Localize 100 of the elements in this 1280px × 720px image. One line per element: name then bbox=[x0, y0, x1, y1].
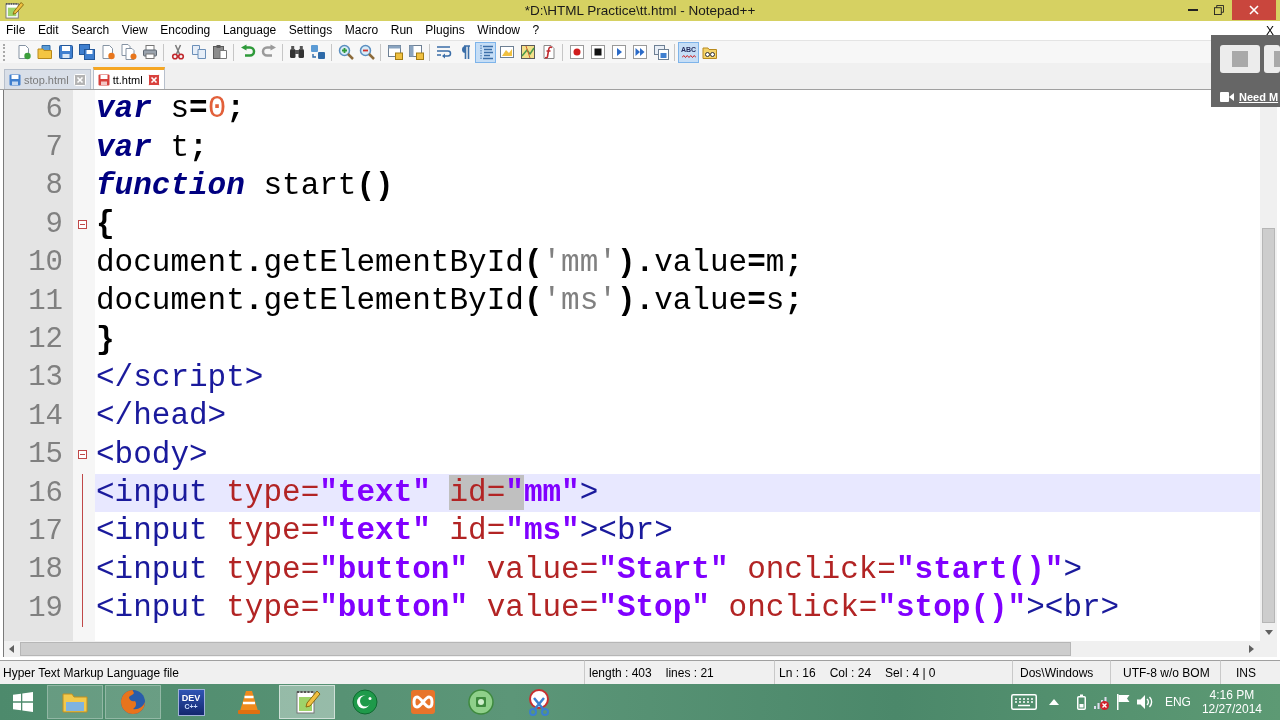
code-line: <input type="text" id="mm"> bbox=[95, 476, 599, 511]
indent-guide-button[interactable] bbox=[475, 41, 496, 63]
menu-item[interactable]: ? bbox=[526, 21, 546, 40]
code-line: <input type="text" id="ms"><br> bbox=[95, 514, 673, 549]
zoom-in-icon bbox=[337, 44, 354, 60]
status-text: Col : 24 bbox=[829, 665, 872, 680]
code-line: document.getElementById('ms').value=s; bbox=[95, 284, 803, 319]
code-line: <input type="button" value="Stop" onclick="stop()"><br> bbox=[95, 591, 1120, 626]
speaker-icon[interactable] bbox=[1136, 694, 1153, 710]
menu-item[interactable]: Run bbox=[384, 21, 420, 40]
save-all-button[interactable] bbox=[76, 41, 97, 63]
line-number: 12 bbox=[28, 323, 63, 357]
file-tab[interactable]: tt.html bbox=[92, 67, 165, 89]
notepad-icon bbox=[293, 688, 321, 716]
zoom-out-icon bbox=[358, 44, 375, 60]
toolbar-grip[interactable] bbox=[3, 43, 7, 61]
code-line: { bbox=[95, 207, 115, 242]
status-text: Dos\Windows bbox=[1020, 665, 1094, 680]
close-all-button[interactable] bbox=[118, 41, 139, 63]
window-icon bbox=[386, 44, 403, 60]
menu-item[interactable]: Settings bbox=[282, 21, 339, 40]
code-line: var t; bbox=[95, 130, 208, 165]
menu-item[interactable]: View bbox=[115, 21, 154, 40]
status-text: INS bbox=[1236, 665, 1256, 680]
menu-item[interactable]: Language bbox=[216, 21, 283, 40]
code-line: <input type="button" value="Start" onclick="start()"> bbox=[95, 552, 1083, 587]
word-wrap-icon bbox=[435, 44, 452, 60]
taskbar-button[interactable] bbox=[279, 685, 335, 719]
notepad-icon bbox=[5, 2, 24, 19]
line-number: 18 bbox=[28, 553, 63, 587]
new-file-icon bbox=[15, 44, 32, 60]
code-line: function start() bbox=[95, 168, 394, 203]
restore-icon bbox=[1214, 5, 1224, 15]
menu-item[interactable]: Plugins bbox=[419, 21, 471, 40]
code-line: var s=0; bbox=[95, 92, 245, 127]
folder-icon bbox=[701, 44, 718, 60]
fold-marker-icon[interactable] bbox=[77, 450, 87, 460]
menu-item[interactable]: Window bbox=[471, 21, 527, 40]
line-number: 11 bbox=[28, 284, 63, 318]
code-editor[interactable] bbox=[3, 90, 1277, 641]
start-icon bbox=[13, 692, 33, 712]
menu-item[interactable]: File bbox=[0, 21, 32, 40]
status-text: UTF-8 w/o BOM bbox=[1123, 665, 1210, 680]
video-camera-icon bbox=[1220, 92, 1234, 102]
line-number: 15 bbox=[28, 438, 63, 472]
logo-text: DEV bbox=[181, 693, 201, 703]
save-icon bbox=[57, 44, 74, 60]
replace-icon bbox=[309, 44, 326, 60]
globe-icon bbox=[119, 688, 147, 716]
input-language[interactable]: ENG bbox=[1164, 695, 1191, 709]
code-line: } bbox=[95, 322, 115, 357]
line-number: 8 bbox=[45, 169, 63, 203]
status-text: Ln : 16 bbox=[779, 665, 816, 680]
fold-marker-icon[interactable] bbox=[77, 219, 87, 229]
traffic-cone-icon bbox=[235, 688, 263, 716]
scroll-down-icon[interactable] bbox=[1264, 630, 1273, 635]
binoculars-icon bbox=[288, 44, 305, 60]
record-icon bbox=[568, 44, 585, 60]
window-title: *D:\HTML Practice\tt.html - Notepad++ bbox=[524, 3, 756, 18]
network-error-icon[interactable] bbox=[1092, 694, 1109, 710]
menu-item[interactable]: Search bbox=[64, 21, 116, 40]
copy-icon bbox=[190, 44, 207, 60]
scissors-icon bbox=[169, 44, 186, 60]
picture-icon bbox=[498, 44, 515, 60]
close-all-icon bbox=[120, 44, 137, 60]
menu-item[interactable]: Edit bbox=[31, 21, 65, 40]
open-folder-icon bbox=[36, 44, 53, 60]
status-text: length : 403 bbox=[589, 665, 652, 680]
indent-guide-icon bbox=[477, 44, 494, 60]
menu-item[interactable]: Macro bbox=[338, 21, 385, 40]
stop-icon bbox=[589, 44, 606, 60]
help-link[interactable]: Need M bbox=[1239, 91, 1279, 103]
line-number: 14 bbox=[28, 399, 63, 433]
close-icon bbox=[1249, 5, 1259, 15]
function-list-icon bbox=[540, 44, 557, 60]
flag-icon[interactable] bbox=[1115, 694, 1130, 710]
paste-icon bbox=[211, 44, 228, 60]
save-all-icon bbox=[78, 44, 95, 60]
code-line: </head> bbox=[95, 399, 227, 434]
close-tab-icon[interactable] bbox=[147, 73, 160, 86]
code-line: document.getElementById('mm').value=m; bbox=[95, 245, 803, 280]
line-number: 19 bbox=[28, 591, 63, 625]
save-macro-icon bbox=[652, 44, 669, 60]
code-line: </script> bbox=[95, 360, 264, 395]
minimize-icon bbox=[1188, 9, 1198, 11]
undo-icon bbox=[239, 44, 256, 60]
keyboard-icon[interactable] bbox=[1009, 694, 1038, 710]
squiggle-icon bbox=[681, 55, 696, 58]
infinity-icon bbox=[409, 688, 437, 716]
status-text: Sel : 4 | 0 bbox=[885, 665, 936, 680]
disc-icon bbox=[467, 688, 495, 716]
code-line: <body> bbox=[95, 437, 208, 472]
taskbar-button[interactable] bbox=[105, 685, 161, 719]
battery-icon[interactable] bbox=[1076, 694, 1086, 710]
window-icon bbox=[407, 44, 424, 60]
map-icon bbox=[519, 44, 536, 60]
line-number: 9 bbox=[45, 207, 63, 241]
line-number: 13 bbox=[28, 361, 63, 395]
menu-item[interactable]: Encoding bbox=[153, 21, 217, 40]
play-icon bbox=[610, 44, 627, 60]
